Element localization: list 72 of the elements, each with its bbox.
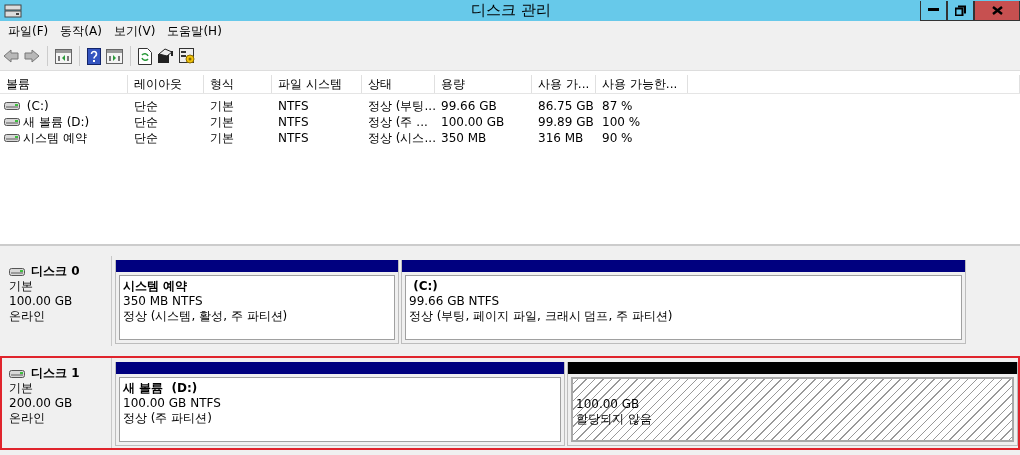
partition-status: 할당되지 않음 <box>576 412 652 427</box>
table-cell-text: 100.00 GB <box>440 114 506 130</box>
partition-block[interactable]: (C:) 99.66 GB NTFS 정상 (부팅, 페이지 파일, 크래시 덤프, 주 파티션) <box>401 260 966 344</box>
table-cell-text: NTFS <box>277 98 310 114</box>
properties-icon[interactable] <box>157 48 174 64</box>
disk-info: 100.00 GB <box>9 294 73 309</box>
disk-name: 디스크 1 <box>31 366 80 381</box>
table-cell-text: 기본 <box>209 98 235 114</box>
partition-name: (C:) <box>412 279 438 294</box>
partition-size: 350 MB NTFS <box>123 294 203 309</box>
disk-name: 디스크 0 <box>31 264 80 279</box>
disk-row[interactable]: 디스크 1 기본 200.00 GB 온라인 새 볼륨 (D:) 100.00 GB NTFS 정상 (주 파티션) 100.00 GB 할당되지 않음 <box>0 356 1020 450</box>
partition-size: 100.00 GB NTFS <box>123 396 221 411</box>
restore-icon <box>955 4 966 16</box>
disk-info: 온라인 <box>9 309 45 324</box>
partition-block[interactable]: 시스템 예약 350 MB NTFS 정상 (시스템, 활성, 주 파티션) <box>115 260 399 344</box>
settings-icon[interactable] <box>179 47 196 65</box>
minimize-icon <box>928 8 939 12</box>
close-button[interactable] <box>974 0 1020 21</box>
table-cell: 새 볼륨 (D:) <box>23 114 90 130</box>
table-cell-text: 350 MB <box>440 130 488 146</box>
drive-icon <box>9 368 25 379</box>
table-cell-text: 기본 <box>209 114 235 130</box>
partition-name: 시스템 예약 <box>123 279 188 294</box>
table-cell-text: 99.89 GB <box>537 114 595 130</box>
app-icon <box>4 2 22 19</box>
partition-size: 100.00 GB <box>576 397 640 412</box>
table-cell-text: 100 % <box>601 114 642 130</box>
disk-info: 기본 <box>9 279 33 294</box>
table-cell-text: 90 % <box>601 130 634 146</box>
partition-block[interactable]: 새 볼륨 (D:) 100.00 GB NTFS 정상 (주 파티션) <box>115 362 565 446</box>
table-cell-text: 정상 (부팅... <box>367 98 435 114</box>
minimize-button[interactable] <box>920 0 947 21</box>
refresh-icon[interactable] <box>138 47 152 65</box>
drive-icon <box>4 133 20 143</box>
table-cell-text: (C:) <box>25 98 49 114</box>
back-icon[interactable] <box>3 49 19 63</box>
table-cell-text: 87 % <box>601 98 634 114</box>
table-cell-text: 기본 <box>209 130 235 146</box>
help-icon[interactable] <box>87 47 101 65</box>
partition-status: 정상 (시스템, 활성, 주 파티션) <box>123 309 288 324</box>
menu-item[interactable]: 도움말(H) <box>161 23 228 40</box>
drive-icon <box>4 101 20 111</box>
drive-icon <box>9 266 25 277</box>
menu-item[interactable]: 동작(A) <box>54 23 108 40</box>
menu-item[interactable]: 보기(V) <box>107 23 162 40</box>
table-cell-text: 정상 (주 ... <box>367 114 429 130</box>
partition-status: 정상 (부팅, 페이지 파일, 크래시 덤프, 주 파티션) <box>409 309 673 324</box>
table-cell-text: 정상 (시스... <box>367 130 435 146</box>
partition-size: 99.66 GB NTFS <box>409 294 500 309</box>
table-cell: 시스템 예약 <box>23 130 87 146</box>
close-icon <box>991 5 1003 15</box>
forward-icon[interactable] <box>24 49 40 63</box>
table-cell-text: NTFS <box>277 114 310 130</box>
drive-icon <box>4 117 20 127</box>
partition-name: 새 볼륨 (D:) <box>123 381 198 396</box>
table-cell-text: 316 MB <box>537 130 585 146</box>
table-cell-text: 단순 <box>133 98 159 114</box>
panel-icon[interactable] <box>55 48 72 64</box>
disk-info: 온라인 <box>9 411 45 426</box>
table-cell-text: 86.75 GB <box>537 98 595 114</box>
disk-info: 기본 <box>9 381 33 396</box>
panel-icon[interactable] <box>106 48 123 64</box>
menu-item[interactable]: 파일(F) <box>2 23 55 40</box>
table-cell-text: 99.66 GB <box>440 98 498 114</box>
table-cell-text: NTFS <box>277 130 310 146</box>
table-cell-text: 단순 <box>133 130 159 146</box>
unallocated-partition[interactable]: 100.00 GB 할당되지 않음 <box>567 362 1018 446</box>
partition-status: 정상 (주 파티션) <box>123 411 212 426</box>
disk-info: 200.00 GB <box>9 396 73 411</box>
table-cell-text: 단순 <box>133 114 159 130</box>
window-title: 디스크 관리 <box>470 1 552 20</box>
